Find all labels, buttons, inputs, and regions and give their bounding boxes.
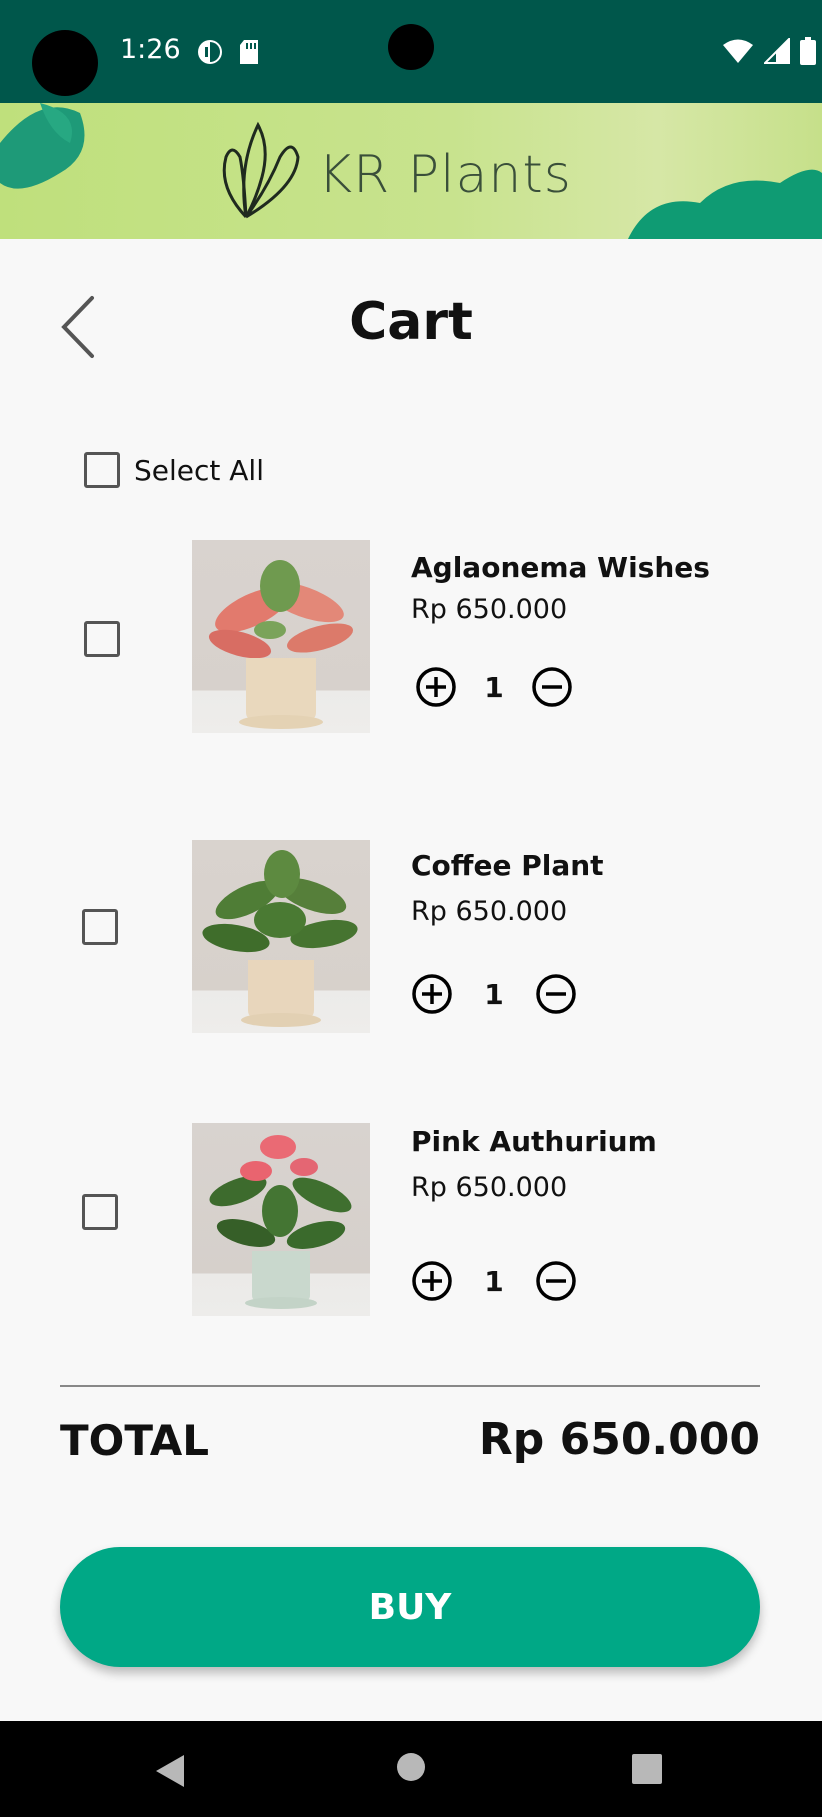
select-all-checkbox[interactable] (84, 452, 120, 488)
wifi-icon (723, 39, 753, 63)
item-price: Rp 650.000 (411, 896, 568, 927)
plus-circle-icon[interactable] (411, 1260, 453, 1302)
item-name: Coffee Plant (411, 849, 604, 882)
total-value: Rp 650.000 (478, 1414, 760, 1465)
camera-cutout (388, 24, 434, 70)
quantity-value: 1 (484, 977, 504, 1011)
nav-back-icon[interactable] (154, 1753, 186, 1789)
status-system-icons (722, 36, 816, 66)
navigation-bar (0, 1721, 822, 1817)
quantity-stepper: 1 (411, 1260, 577, 1302)
item-name: Pink Authurium (411, 1125, 657, 1158)
battery-icon (800, 37, 816, 65)
status-notification-icons (196, 38, 260, 66)
nav-recents-icon[interactable] (631, 1753, 663, 1785)
plus-circle-icon[interactable] (411, 973, 453, 1015)
total-label: TOTAL (60, 1416, 210, 1465)
item-price: Rp 650.000 (411, 594, 568, 625)
plus-circle-icon[interactable] (415, 666, 457, 708)
page-title: Cart (349, 292, 473, 352)
item-image-pink-authurium (192, 1123, 370, 1316)
item-checkbox[interactable] (82, 1194, 118, 1230)
item-image-coffee-plant (192, 840, 370, 1033)
quantity-stepper: 1 (411, 973, 577, 1015)
quantity-value: 1 (484, 670, 504, 704)
brand-name: KR Plants (318, 145, 572, 205)
item-name: Aglaonema Wishes (411, 551, 710, 584)
sd-card-icon (240, 40, 258, 64)
camera-cutout (32, 30, 98, 96)
quantity-value: 1 (484, 1264, 504, 1298)
minus-circle-icon[interactable] (535, 1260, 577, 1302)
brand-banner: KR Plants (0, 103, 822, 239)
item-image-aglaonema (192, 540, 370, 733)
select-all-row[interactable]: Select All (84, 452, 264, 488)
item-checkbox[interactable] (84, 621, 120, 657)
select-all-label: Select All (134, 453, 264, 487)
nav-home-icon[interactable] (396, 1752, 426, 1782)
status-time: 1:26 (120, 34, 181, 65)
brand-logo (222, 121, 300, 219)
quantity-stepper: 1 (415, 666, 573, 708)
item-checkbox[interactable] (82, 909, 118, 945)
item-price: Rp 650.000 (411, 1172, 568, 1203)
data-saver-icon (198, 40, 222, 64)
minus-circle-icon[interactable] (531, 666, 573, 708)
divider (60, 1385, 760, 1387)
minus-circle-icon[interactable] (535, 973, 577, 1015)
signal-icon (764, 38, 790, 64)
buy-button[interactable]: BUY (60, 1547, 760, 1667)
